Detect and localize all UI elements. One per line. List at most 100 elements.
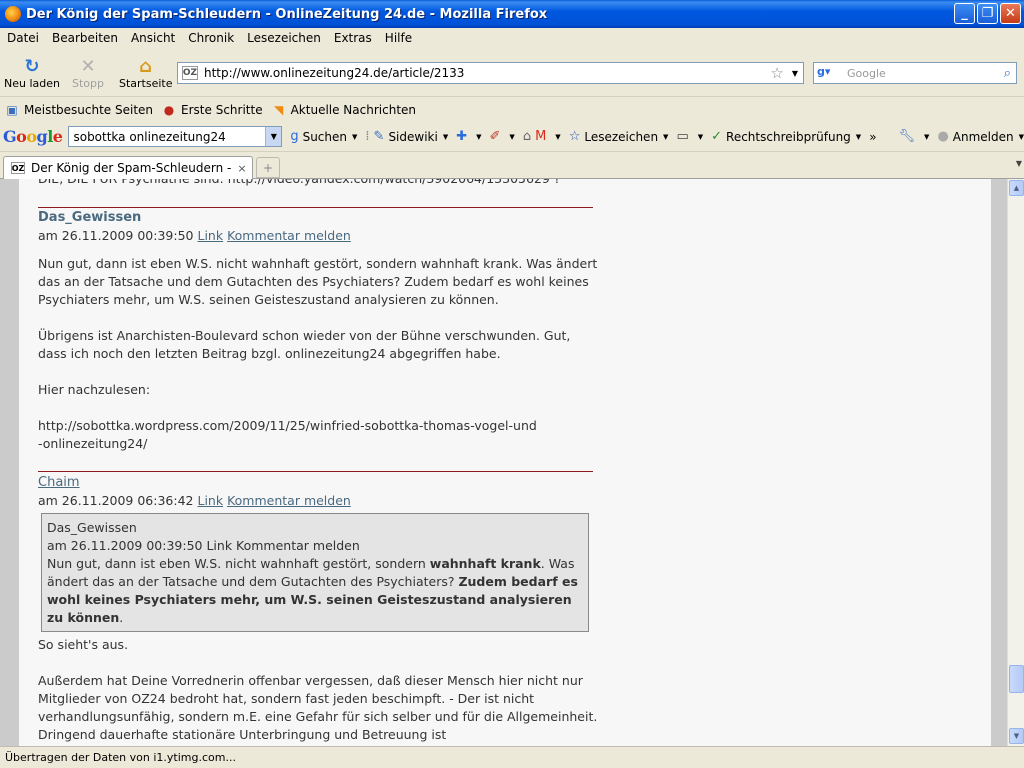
dropdown-arrow-icon[interactable]: ▼ [476,133,481,141]
google-search-label: Suchen [302,129,347,144]
comment-author-link[interactable]: Chaim [38,474,598,492]
comment-paragraph: Übrigens ist Anarchisten-Boulevard schon… [38,328,571,361]
comment-meta: am 26.11.2009 00:39:50 Link Kommentar me… [38,227,598,245]
highlighter-icon: ✐ [489,129,501,144]
quoted-comment: Das_Gewissen am 26.11.2009 00:39:50 Link… [41,513,589,632]
sidewiki-button[interactable]: ⁞ ✎ Sidewiki ▼ [365,129,448,144]
format-button[interactable]: ▭ ▼ [676,129,703,144]
settings-button[interactable]: 🔧︎ ▼ [899,129,930,144]
comment-permalink[interactable]: Link [197,228,223,243]
comment-permalink[interactable]: Link [197,493,223,508]
google-bookmarks-label: Lesezeichen [584,129,659,144]
spellcheck-label: Rechtschreibprüfung [726,129,851,144]
dropdown-arrow-icon[interactable]: ▼ [352,133,357,141]
google-icon[interactable]: g▾ [817,65,839,81]
home-icon: ⌂ [139,55,153,77]
menu-datei[interactable]: Datei [0,31,45,45]
menu-lesezeichen[interactable]: Lesezeichen [240,31,327,45]
stop-label: Stopp [72,77,104,90]
bookmark-star-icon[interactable]: ☆ [770,64,783,82]
scroll-up-icon[interactable]: ▲ [1009,180,1024,196]
report-comment-link[interactable]: Kommentar melden [227,493,351,508]
gmail-icon: M [535,129,547,144]
search-icon[interactable]: ⌕ [1004,66,1011,81]
site-favicon-icon: OZ [182,66,198,80]
bookmark-most-visited[interactable]: ▣ Meistbesuchte Seiten [4,103,153,117]
separator-grip-icon: ⁞ [365,129,370,144]
dropdown-arrow-icon[interactable]: ▼ [856,133,861,141]
tab-close-icon[interactable]: × [234,162,250,175]
dropdown-arrow-icon[interactable]: ▼ [663,133,668,141]
dropdown-arrow-icon[interactable]: ▼ [555,133,560,141]
search-placeholder[interactable]: Google [847,67,1004,80]
comment-meta: am 26.11.2009 06:36:42 Link Kommentar me… [38,492,598,510]
url-bar[interactable]: OZ http://www.onlinezeitung24.de/article… [177,62,804,84]
menu-bearbeiten[interactable]: Bearbeiten [45,31,124,45]
comment-paragraph: Außerdem hat Deine Vorrednerin offenbar … [38,673,598,742]
rectangle-icon: ▭ [676,129,689,144]
tab-active[interactable]: OZ Der König der Spam-Schleudern - On...… [3,156,253,179]
star-icon: ☆ [568,129,581,144]
google-bookmarks-button[interactable]: ☆ Lesezeichen ▼ [569,129,669,144]
more-button[interactable]: » [869,130,876,144]
report-comment-link[interactable]: Kommentar melden [227,228,351,243]
comment-author[interactable]: Das_Gewissen [38,209,598,227]
dropdown-arrow-icon[interactable]: ▼ [443,133,448,141]
add-button[interactable]: ✚ ▼ [456,129,481,144]
google-search-dropdown-icon[interactable]: ▼ [265,127,282,146]
status-bar: Übertragen der Daten von i1.ytimg.com... [0,746,1024,768]
comment-paragraph: Hier nachzulesen: [38,382,151,397]
home-button[interactable]: ⌂ Startseite [119,55,173,91]
reload-button[interactable]: ↻ Neu laden [4,55,60,91]
highlight-button[interactable]: ✐ ▼ [490,129,515,144]
search-box[interactable]: g▾ Google ⌕ [813,62,1017,84]
quote-body: Nun gut, dann ist eben W.S. nicht wahnha… [47,556,578,625]
bank-button[interactable]: ⌂ M ▼ [523,129,561,144]
google-logo[interactable]: Google [3,127,63,146]
menu-ansicht[interactable]: Ansicht [124,31,181,45]
bookmark-getting-started[interactable]: ● Erste Schritte [161,103,263,117]
close-icon: ✕ [1005,6,1016,21]
bookmark-label: Erste Schritte [181,102,263,117]
scrollbar-thumb[interactable] [1009,665,1024,693]
tab-list-icon[interactable]: ▼ [1016,159,1022,168]
url-text[interactable]: http://www.onlinezeitung24.de/article/21… [204,66,770,80]
bookmark-latest-news[interactable]: ◥ Aktuelle Nachrichten [271,103,416,117]
signin-button[interactable]: ● Anmelden ▼ [937,129,1024,144]
window-title-bar[interactable]: Der König der Spam-Schleudern - OnlineZe… [0,0,1024,28]
tab-title: Der König der Spam-Schleudern - On... [31,161,234,175]
menu-bar: Datei Bearbeiten Ansicht Chronik Lesezei… [0,28,1024,47]
google-search-button[interactable]: g Suchen ▼ [290,129,357,144]
tab-favicon-icon: OZ [11,162,25,174]
firefox-icon [5,6,21,22]
vertical-scrollbar[interactable]: ▲ ▼ [1007,179,1024,746]
spellcheck-icon: ✓ [711,129,723,144]
dropdown-arrow-icon[interactable]: ▼ [509,133,514,141]
dropdown-arrow-icon[interactable]: ▼ [1019,133,1024,141]
sidewiki-icon: ✎ [373,129,385,144]
google-search-input[interactable]: sobottka onlinezeitung24 ▼ [68,126,283,147]
plus-icon: ✚ [456,129,468,144]
restore-button[interactable]: ❐ [977,3,998,24]
menu-extras[interactable]: Extras [327,31,378,45]
reload-label: Neu laden [4,77,60,90]
url-dropdown-icon[interactable]: ▼ [792,69,798,78]
comment-divider [38,207,593,208]
comment-divider [38,471,593,472]
close-button[interactable]: ✕ [1000,3,1021,24]
spellcheck-button[interactable]: ✓ Rechtschreibprüfung ▼ [711,129,861,144]
dropdown-arrow-icon[interactable]: ▼ [698,133,703,141]
tab-bar: OZ Der König der Spam-Schleudern - On...… [0,153,1024,179]
quote-author: Das_Gewissen [47,520,137,535]
scroll-down-icon[interactable]: ▼ [1009,728,1024,744]
new-tab-button[interactable]: + [256,157,280,178]
google-query-text[interactable]: sobottka onlinezeitung24 [73,130,225,144]
page-viewport[interactable]: DIE, DIE FÜR Psychiatrie sind: http://vi… [0,179,1007,746]
menu-hilfe[interactable]: Hilfe [378,31,418,45]
sidewiki-label: Sidewiki [388,129,438,144]
minimize-button[interactable]: _ [954,3,975,24]
quote-meta: am 26.11.2009 00:39:50 Link Kommentar me… [47,538,360,553]
menu-chronik[interactable]: Chronik [181,31,240,45]
stop-button[interactable]: ✕ Stopp [72,55,104,91]
dropdown-arrow-icon[interactable]: ▼ [924,133,929,141]
